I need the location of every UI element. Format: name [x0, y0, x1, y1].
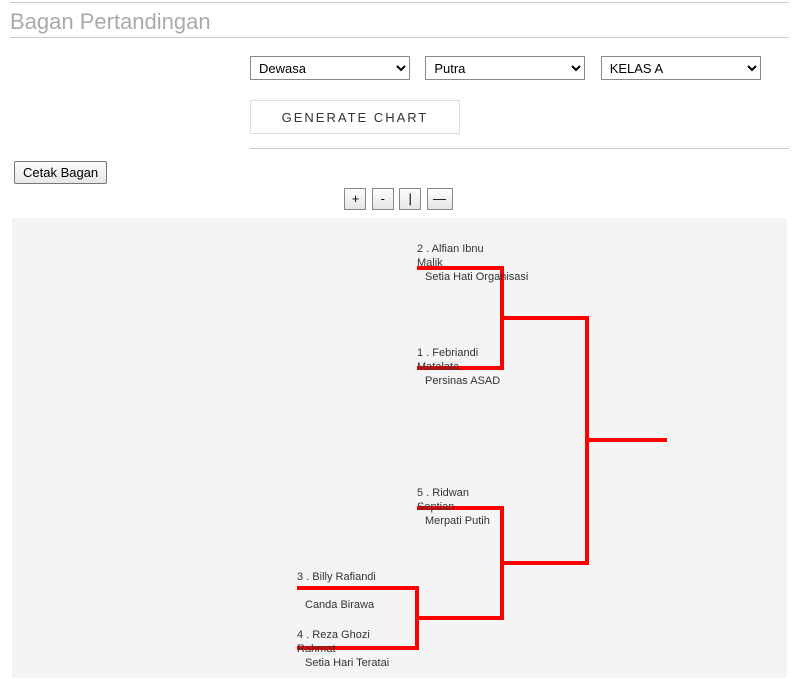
filter-row: Dewasa Putra KELAS A	[250, 56, 799, 80]
class-select[interactable]: KELAS A	[601, 56, 761, 80]
entrant-5: 5 . Ridwan Septian Merpati Putih	[417, 486, 490, 528]
entrant-name: 2 . Alfian Ibnu	[417, 243, 484, 255]
zoom-out-button[interactable]: -	[372, 188, 394, 210]
zoom-in-button[interactable]: +	[344, 188, 366, 210]
age-group-select[interactable]: Dewasa	[250, 56, 410, 80]
entrant-name-cut: Matalata	[417, 361, 459, 373]
entrant-club: Setia Hati Organisasi	[417, 270, 528, 284]
bracket-toolbar: + - | —	[0, 188, 799, 218]
entrant-name-cut: Rahmat	[297, 643, 336, 655]
entrant-name: 3 . Billy Rafiandi	[297, 571, 376, 583]
page-title: Bagan Pertandingan	[10, 9, 789, 35]
entrant-club: Setia Hari Teratai	[297, 656, 389, 670]
entrant-club: Persinas ASAD	[417, 374, 500, 388]
entrant-name: 4 . Reza Ghozi	[297, 629, 370, 641]
gender-select[interactable]: Putra	[425, 56, 585, 80]
entrant-3: 3 . Billy Rafiandi Canda Birawa	[297, 570, 376, 612]
entrant-name: 5 . Ridwan	[417, 487, 469, 499]
collapse-button[interactable]: —	[427, 188, 453, 210]
entrant-name-cut: Septian	[417, 501, 454, 513]
entrant-club: Canda Birawa	[297, 598, 376, 612]
bracket-canvas: 2 . Alfian Ibnu Malik Setia Hati Organis…	[12, 218, 787, 678]
print-bracket-button[interactable]: Cetak Bagan	[14, 161, 107, 184]
entrant-club: Merpati Putih	[417, 514, 490, 528]
info-button[interactable]: |	[399, 188, 421, 210]
entrant-2: 2 . Alfian Ibnu Malik Setia Hati Organis…	[417, 242, 528, 284]
entrant-4: 4 . Reza Ghozi Rahmat Setia Hari Teratai	[297, 628, 389, 670]
generate-chart-button[interactable]: GENERATE CHART	[250, 100, 460, 134]
bracket-lines	[12, 218, 787, 678]
entrant-1: 1 . Febriandi Matalata Persinas ASAD	[417, 346, 500, 388]
entrant-name-cut: Malik	[417, 257, 443, 269]
entrant-name: 1 . Febriandi	[417, 347, 478, 359]
